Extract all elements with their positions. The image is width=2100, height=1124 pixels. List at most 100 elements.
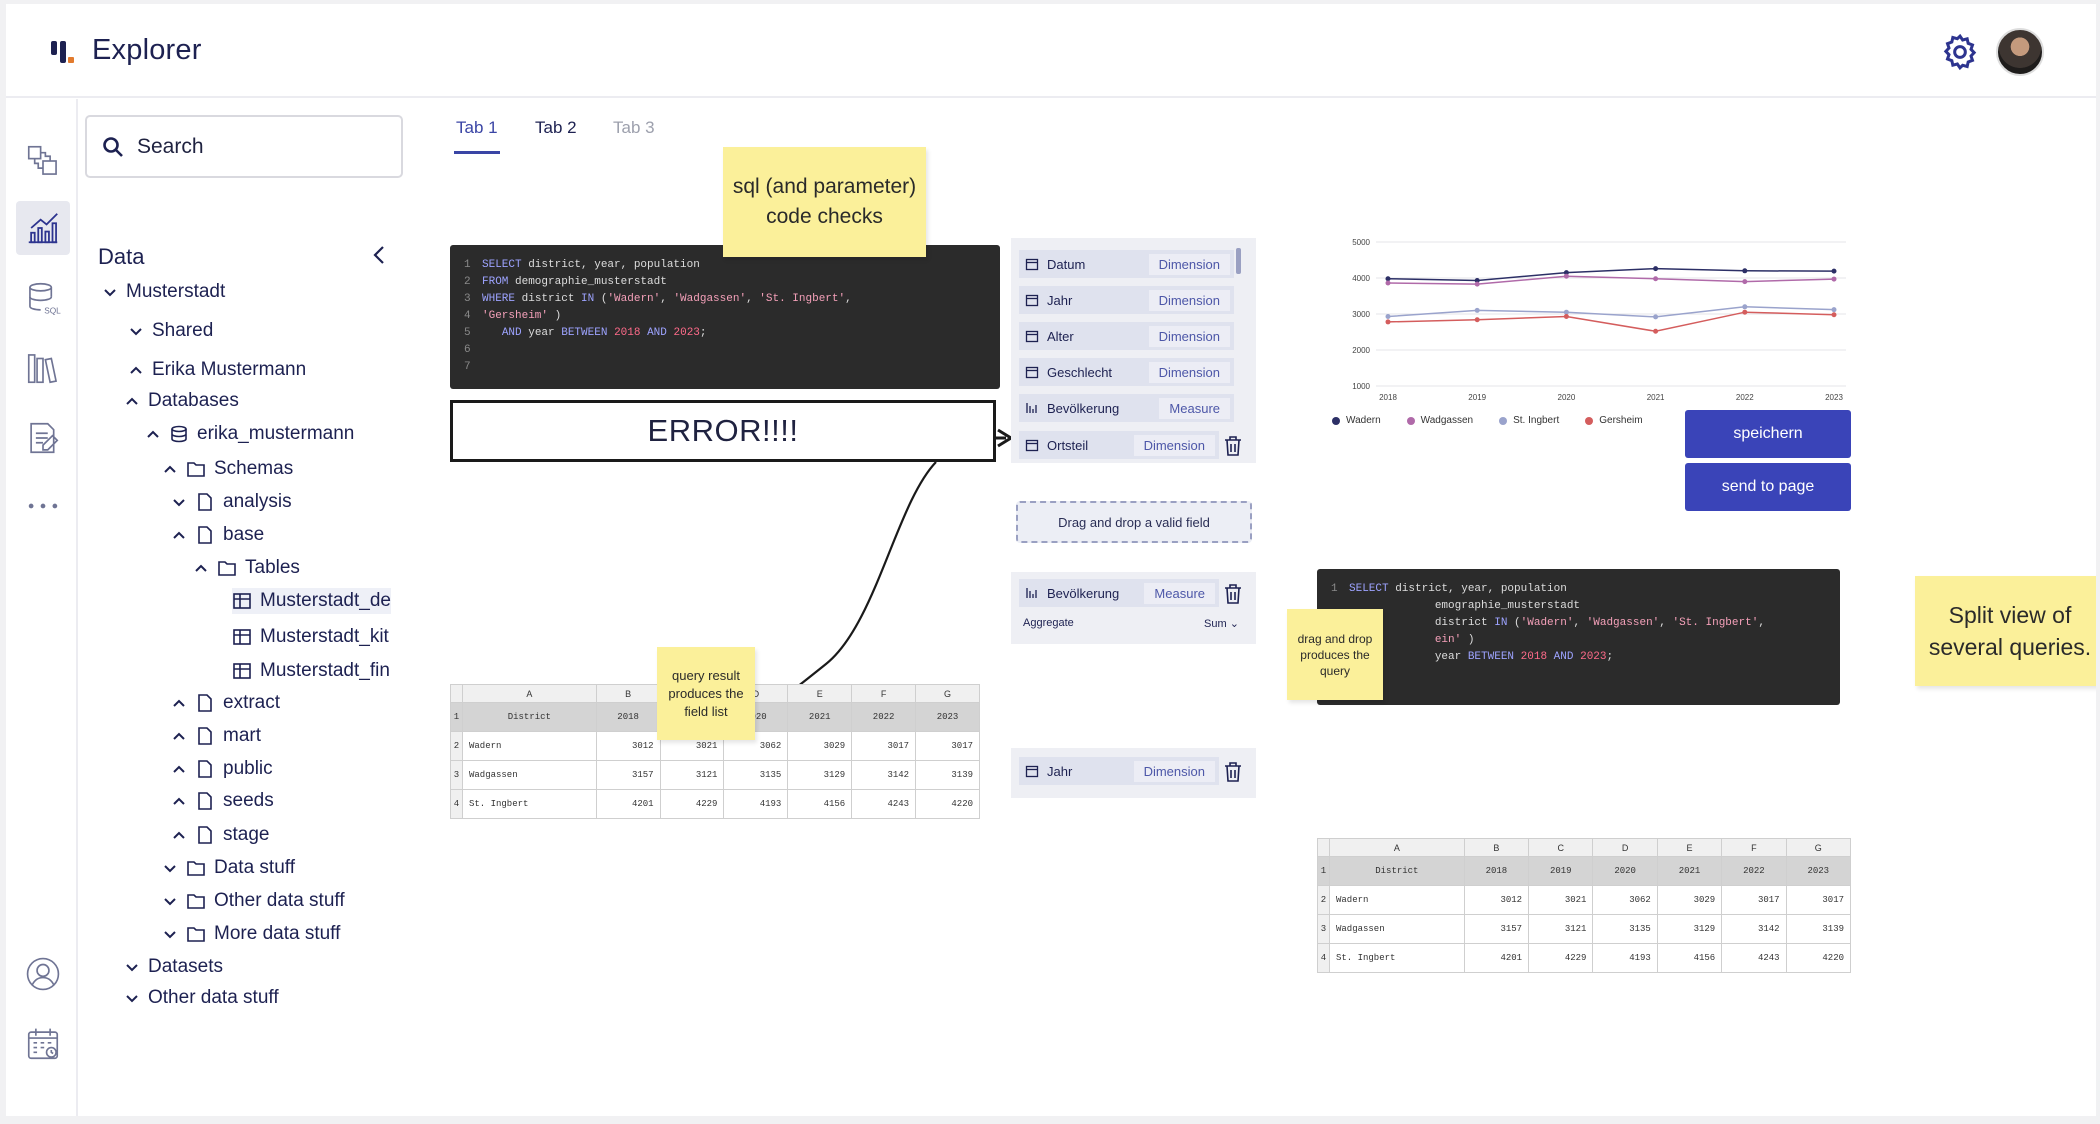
dimension-icon xyxy=(1025,330,1039,343)
column-header[interactable]: 2023 xyxy=(1785,856,1852,886)
send-to-page-button[interactable]: send to page xyxy=(1685,463,1851,511)
row-number: 2 xyxy=(450,731,463,761)
data-point[interactable] xyxy=(1385,280,1391,286)
table-cell[interactable]: 3139 xyxy=(1785,914,1852,944)
data-point[interactable] xyxy=(1742,268,1748,274)
column-header[interactable]: 2018 xyxy=(1463,856,1530,886)
data-point[interactable] xyxy=(1653,276,1659,282)
column-header[interactable]: 2021 xyxy=(787,702,853,732)
table-cell[interactable]: 3062 xyxy=(1592,885,1658,915)
table-cell[interactable]: 3135 xyxy=(1592,914,1658,944)
column-header[interactable]: 2021 xyxy=(1656,856,1723,886)
table-cell[interactable]: 4193 xyxy=(723,789,789,819)
table-cell[interactable]: 4193 xyxy=(1592,943,1658,973)
column-header[interactable]: District xyxy=(1329,856,1465,886)
table-cell[interactable]: 4229 xyxy=(1528,943,1594,973)
legend-item[interactable]: Gersheim xyxy=(1585,415,1643,426)
table-cell[interactable]: 3121 xyxy=(659,760,725,790)
save-button[interactable]: speichern xyxy=(1685,410,1851,458)
field-item[interactable]: Geschlecht Dimension xyxy=(1019,358,1234,386)
data-point[interactable] xyxy=(1385,319,1391,325)
table-cell[interactable]: 4220 xyxy=(1785,943,1852,973)
table-cell[interactable]: 4156 xyxy=(787,789,853,819)
table-cell[interactable]: 3157 xyxy=(595,760,661,790)
table-cell[interactable]: 3012 xyxy=(595,731,661,761)
field-item[interactable]: Datum Dimension xyxy=(1019,250,1234,278)
data-point[interactable] xyxy=(1563,309,1569,315)
field-item[interactable]: Ortsteil Dimension xyxy=(1019,431,1219,459)
column-header[interactable]: 2018 xyxy=(595,702,661,732)
table-cell[interactable]: 3129 xyxy=(1656,914,1723,944)
table-cell[interactable]: 3157 xyxy=(1463,914,1530,944)
column-letter: E xyxy=(1656,838,1723,857)
field-item[interactable]: Jahr Dimension xyxy=(1019,286,1234,314)
sticky-note-query-result: query result produces the field list xyxy=(657,647,755,740)
table-cell[interactable]: St. Ingbert xyxy=(1329,943,1465,973)
column-header[interactable]: 2023 xyxy=(915,702,980,732)
table-cell[interactable]: Wadgassen xyxy=(1329,914,1465,944)
data-point[interactable] xyxy=(1653,314,1659,320)
table-cell[interactable]: 4243 xyxy=(851,789,917,819)
drop-zone[interactable]: Drag and drop a valid field xyxy=(1016,501,1252,543)
data-point[interactable] xyxy=(1474,317,1480,323)
data-point[interactable] xyxy=(1385,314,1391,320)
measure-field[interactable]: Bevölkerung Measure xyxy=(1019,579,1219,607)
table-cell[interactable]: 3017 xyxy=(1721,885,1787,915)
column-header[interactable]: 2019 xyxy=(1528,856,1594,886)
data-point[interactable] xyxy=(1831,268,1837,274)
table-cell[interactable]: 3021 xyxy=(1528,885,1594,915)
legend-item[interactable]: Wadgassen xyxy=(1406,415,1473,426)
data-point[interactable] xyxy=(1474,281,1480,287)
table-cell[interactable]: 3121 xyxy=(1528,914,1594,944)
table-cell[interactable]: 3029 xyxy=(787,731,853,761)
table-cell[interactable]: 4229 xyxy=(659,789,725,819)
table-cell[interactable]: 4201 xyxy=(595,789,661,819)
column-header[interactable]: 2022 xyxy=(1721,856,1787,886)
table-cell[interactable]: 3135 xyxy=(723,760,789,790)
data-point[interactable] xyxy=(1653,328,1659,334)
delete-measure-trash-icon[interactable] xyxy=(1224,583,1242,605)
data-point[interactable] xyxy=(1474,307,1480,313)
table-cell[interactable]: 3012 xyxy=(1463,885,1530,915)
data-point[interactable] xyxy=(1385,276,1391,282)
table-cell[interactable]: Wadgassen xyxy=(462,760,597,790)
table-cell[interactable]: 4156 xyxy=(1656,943,1723,973)
data-point[interactable] xyxy=(1831,307,1837,313)
data-point[interactable] xyxy=(1563,273,1569,279)
data-point[interactable] xyxy=(1653,266,1659,272)
table-cell[interactable]: 3129 xyxy=(787,760,853,790)
delete-field-trash-icon[interactable] xyxy=(1224,435,1242,457)
table-cell[interactable]: 4201 xyxy=(1463,943,1530,973)
table-cell[interactable]: 3017 xyxy=(851,731,917,761)
field-item[interactable]: Alter Dimension xyxy=(1019,322,1234,350)
data-point[interactable] xyxy=(1563,314,1569,320)
table-cell[interactable]: 3142 xyxy=(851,760,917,790)
row-number: 4 xyxy=(450,789,463,819)
data-point[interactable] xyxy=(1831,276,1837,282)
table-cell[interactable]: Wadern xyxy=(1329,885,1465,915)
table-cell[interactable]: 3017 xyxy=(1785,885,1852,915)
dimension-field[interactable]: Jahr Dimension xyxy=(1019,757,1219,785)
legend-item[interactable]: Wadern xyxy=(1332,415,1381,426)
table-cell[interactable]: 3139 xyxy=(915,760,980,790)
aggregate-select[interactable]: Sum ⌄ xyxy=(1204,617,1239,630)
delete-dimension-trash-icon[interactable] xyxy=(1224,761,1242,783)
column-header[interactable]: 2020 xyxy=(1592,856,1658,886)
table-cell[interactable]: St. Ingbert xyxy=(462,789,597,819)
sql-editor-split[interactable]: 1 SELECT district, year, population emogr… xyxy=(1317,569,1840,705)
legend-item[interactable]: St. Ingbert xyxy=(1499,415,1559,426)
data-point[interactable] xyxy=(1742,309,1748,315)
table-cell[interactable]: 3029 xyxy=(1656,885,1723,915)
data-point[interactable] xyxy=(1742,304,1748,310)
column-header[interactable]: District xyxy=(462,702,597,732)
field-item[interactable]: Bevölkerung Measure xyxy=(1019,394,1234,422)
table-cell[interactable]: 3017 xyxy=(915,731,980,761)
data-point[interactable] xyxy=(1831,312,1837,318)
table-cell[interactable]: 4220 xyxy=(915,789,980,819)
table-cell[interactable]: 4243 xyxy=(1721,943,1787,973)
column-header[interactable]: 2022 xyxy=(851,702,917,732)
table-cell[interactable]: Wadern xyxy=(462,731,597,761)
table-cell[interactable]: 3142 xyxy=(1721,914,1787,944)
data-point[interactable] xyxy=(1742,279,1748,285)
field-list-scrollbar[interactable] xyxy=(1236,248,1241,274)
